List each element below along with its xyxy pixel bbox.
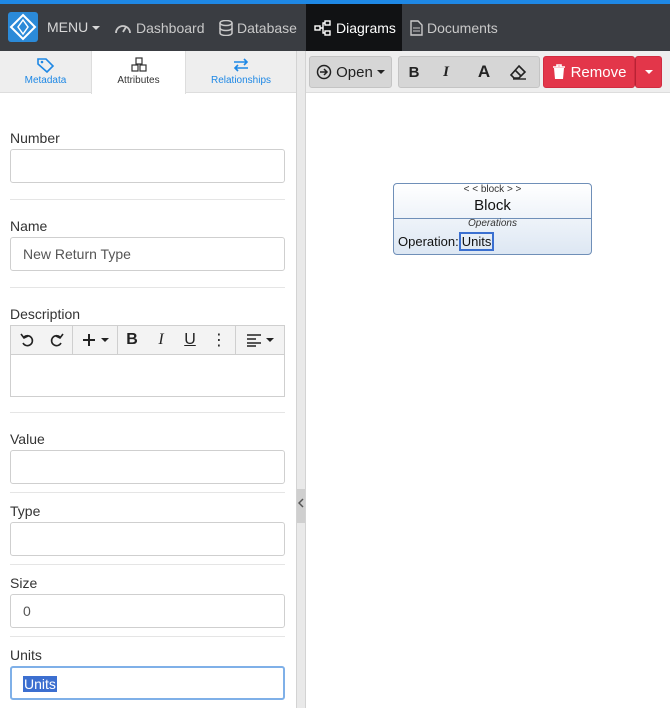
chevron-down-icon bbox=[101, 338, 109, 342]
gauge-icon bbox=[115, 24, 131, 33]
tab-attributes-label: Attributes bbox=[117, 75, 160, 86]
block-operation[interactable]: Operation: Units bbox=[398, 232, 495, 251]
divider bbox=[10, 199, 285, 200]
chevron-down-icon bbox=[266, 338, 274, 342]
divider bbox=[10, 636, 285, 637]
open-button[interactable]: Open bbox=[309, 56, 392, 88]
divider bbox=[10, 412, 285, 413]
chevron-down-icon bbox=[92, 26, 101, 31]
panel-splitter[interactable] bbox=[296, 51, 306, 708]
toolbar-divider bbox=[117, 326, 118, 354]
more-options-button[interactable]: ⋮ bbox=[208, 326, 230, 354]
operation-value-editing[interactable]: Units bbox=[458, 232, 495, 251]
tab-metadata[interactable]: Metadata bbox=[0, 51, 91, 93]
divider bbox=[10, 492, 285, 493]
collapse-panel-handle[interactable] bbox=[297, 489, 305, 523]
menu-label: MENU bbox=[47, 19, 89, 35]
tab-attributes[interactable]: Attributes bbox=[91, 51, 186, 94]
description-label: Description bbox=[10, 306, 81, 322]
value-field[interactable] bbox=[10, 450, 285, 484]
document-icon bbox=[410, 19, 423, 36]
nav-item-documents[interactable]: Documents bbox=[410, 4, 498, 51]
chevron-down-icon bbox=[376, 70, 385, 74]
properties-panel: Metadata Attributes Relationships Number… bbox=[0, 51, 296, 708]
nav-item-dashboard[interactable]: Dashboard bbox=[114, 4, 205, 51]
undo-icon bbox=[20, 333, 34, 347]
remove-button[interactable]: Remove bbox=[543, 56, 635, 88]
redo-button[interactable] bbox=[43, 326, 69, 354]
undo-button[interactable] bbox=[15, 326, 41, 354]
remove-button-label: Remove bbox=[570, 63, 627, 81]
tag-icon bbox=[36, 58, 54, 74]
size-field[interactable]: 0 bbox=[10, 594, 285, 628]
divider bbox=[10, 287, 285, 288]
size-label: Size bbox=[10, 575, 38, 591]
units-field[interactable]: Units bbox=[10, 666, 285, 700]
diagram-canvas[interactable]: < < block > > Block Operations Operation… bbox=[306, 93, 670, 708]
top-navbar: MENU Dashboard Database Diagrams Documen… bbox=[0, 4, 670, 51]
font-button[interactable]: A bbox=[468, 56, 500, 88]
type-label: Type bbox=[10, 503, 41, 519]
italic-button[interactable]: I bbox=[148, 326, 174, 354]
eraser-icon bbox=[509, 64, 527, 80]
description-editor-toolbar: B I U ⋮ bbox=[10, 325, 285, 355]
operation-label: Operation: bbox=[398, 234, 459, 249]
block-stereotype: < < block > > bbox=[463, 184, 522, 195]
diagram-toolbar: Open B I A Remove bbox=[306, 51, 670, 93]
app-logo[interactable] bbox=[8, 12, 38, 42]
block-compartment-title: Operations bbox=[468, 218, 517, 229]
nav-label-documents: Documents bbox=[427, 19, 498, 36]
name-field[interactable]: New Return Type bbox=[10, 237, 285, 271]
nav-label-dashboard: Dashboard bbox=[136, 19, 205, 36]
chevron-left-icon bbox=[297, 498, 304, 508]
description-editor[interactable] bbox=[10, 355, 285, 397]
bold-button[interactable]: B bbox=[119, 326, 145, 354]
menu-button[interactable]: MENU bbox=[47, 19, 101, 35]
name-label: Name bbox=[10, 218, 48, 234]
nav-label-database: Database bbox=[237, 19, 297, 36]
cubes-icon bbox=[130, 57, 147, 72]
nav-item-diagrams[interactable]: Diagrams bbox=[306, 4, 402, 51]
units-label: Units bbox=[10, 647, 42, 663]
tab-relationships[interactable]: Relationships bbox=[186, 51, 296, 93]
nav-label-diagrams: Diagrams bbox=[336, 19, 396, 36]
divider bbox=[10, 564, 285, 565]
panel-tabs: Metadata Attributes Relationships bbox=[0, 51, 296, 94]
bold-button[interactable]: B bbox=[398, 56, 430, 88]
align-left-icon bbox=[247, 334, 261, 347]
circle-arrow-right-icon bbox=[316, 64, 332, 80]
arrows-exchange-icon bbox=[233, 58, 249, 72]
plus-icon bbox=[83, 334, 95, 346]
trash-icon bbox=[552, 64, 565, 79]
number-label: Number bbox=[10, 130, 60, 146]
block-name[interactable]: Block bbox=[394, 197, 591, 214]
toolbar-divider bbox=[235, 326, 236, 354]
redo-icon bbox=[50, 333, 64, 347]
units-field-selected-text: Units bbox=[23, 676, 57, 692]
open-button-label: Open bbox=[336, 63, 373, 81]
tab-metadata-label: Metadata bbox=[24, 75, 67, 86]
chevron-down-icon bbox=[644, 70, 653, 74]
italic-button[interactable]: I bbox=[430, 56, 462, 88]
value-label: Value bbox=[10, 431, 45, 447]
diagram-panel: Open B I A Remove < < block > > Block Op… bbox=[306, 51, 670, 708]
block-element[interactable]: < < block > > Block Operations Operation… bbox=[393, 183, 592, 255]
clear-format-button[interactable] bbox=[502, 56, 534, 88]
nav-item-database[interactable]: Database bbox=[219, 4, 297, 51]
number-field[interactable] bbox=[10, 149, 285, 183]
type-field[interactable] bbox=[10, 522, 285, 556]
insert-button[interactable] bbox=[75, 326, 115, 354]
database-icon bbox=[219, 19, 233, 36]
align-button[interactable] bbox=[239, 326, 281, 354]
toolbar-divider bbox=[72, 326, 73, 354]
diagram-icon bbox=[314, 19, 331, 36]
remove-options-button[interactable] bbox=[635, 56, 662, 88]
tab-relationships-label: Relationships bbox=[210, 75, 272, 86]
underline-button[interactable]: U bbox=[177, 326, 203, 354]
